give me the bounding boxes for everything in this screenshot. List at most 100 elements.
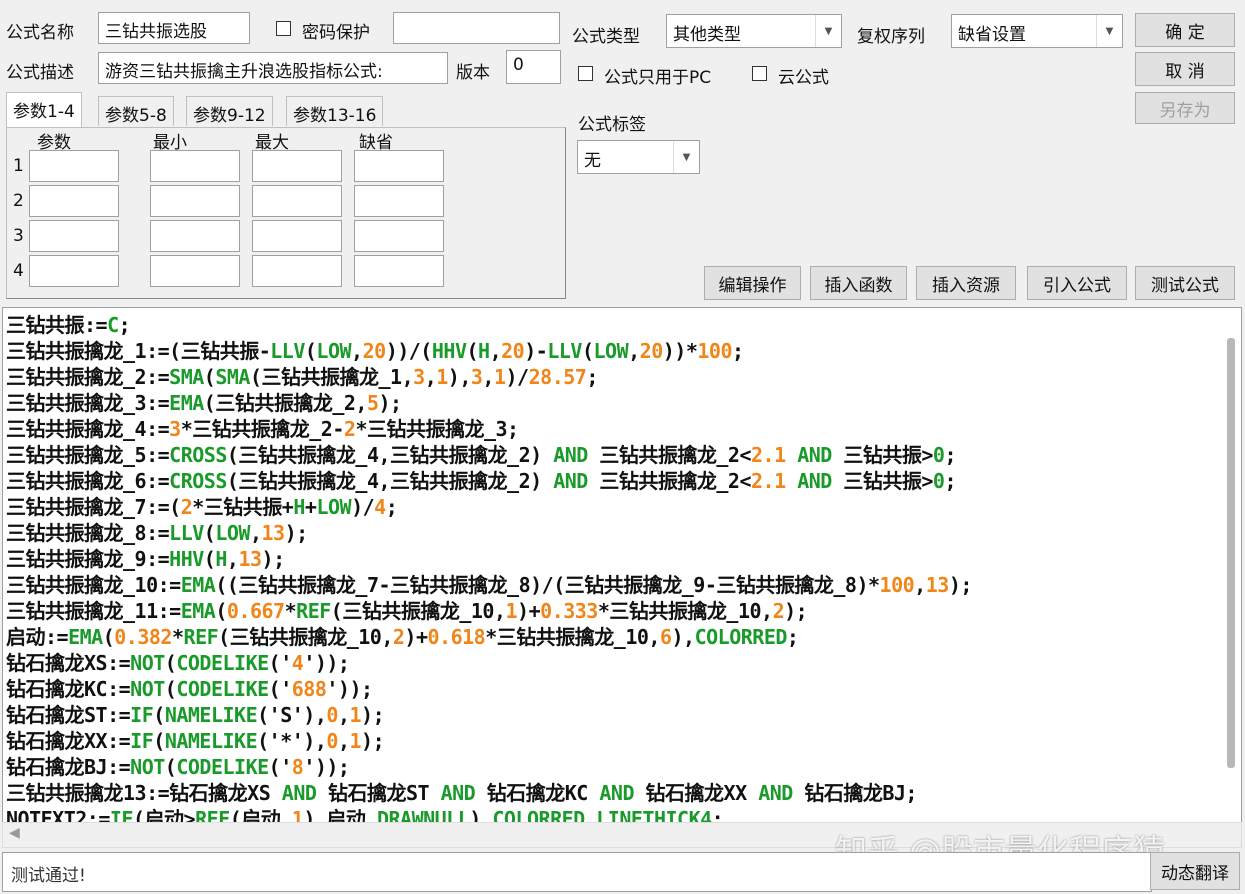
cloud-checkbox[interactable] [752,66,767,81]
code-line: 启动:=EMA(0.382*REF(三钻共振擒龙_10,2)+0.618*三钻共… [6,624,799,650]
code-text: 三钻共振擒龙_7:=( [6,495,181,519]
code-text: ), [469,807,493,823]
code-text: 三钻共振擒龙_2< [587,469,752,493]
code-keyword: HHV [431,339,467,363]
insert-resource-button[interactable]: 插入资源 [916,266,1016,300]
param-min-input[interactable] [150,185,240,217]
param-max-input[interactable] [252,185,342,217]
tab-params-13-16[interactable]: 参数13-16 [286,96,384,126]
code-text: ( [102,625,115,649]
code-text: (三钻共振擒龙_1, [249,365,414,389]
code-text: 三钻共振擒龙_5:= [6,443,170,467]
code-text: ( [304,339,317,363]
code-text: 三钻共振擒龙_6:= [6,469,170,493]
params-panel: 参数 最小 最大 缺省 1234 [6,127,566,299]
formula-type-select[interactable]: 其他类型 ▼ [666,14,842,48]
code-text: 钻石擒龙KC:= [6,677,131,701]
param-min-input[interactable] [150,220,240,252]
code-line: 三钻共振擒龙_3:=EMA(三钻共振擒龙_2,5); [6,390,402,416]
code-keyword: 0 [932,469,945,493]
param-name-input[interactable] [29,185,119,217]
code-line: 三钻共振擒龙_7:=(2*三钻共振+H+LOW)/4; [6,494,398,520]
cloud-label: 云公式 [778,68,829,88]
code-line: 三钻共振擒龙_6:=CROSS(三钻共振擒龙_4,三钻共振擒龙_2) AND 三… [6,468,956,494]
tab-params-9-12[interactable]: 参数9-12 [186,96,273,126]
code-keyword: NAMELIKE [164,703,258,727]
code-number: 2 [343,417,356,441]
adjust-value: 缺省设置 [958,25,1026,45]
tab-params-5-8[interactable]: 参数5-8 [98,96,174,126]
formula-name-input[interactable]: 三钻共振选股 [98,12,250,44]
param-min-input[interactable] [150,255,240,287]
param-min-input[interactable] [150,150,240,182]
param-max-input[interactable] [252,220,342,252]
param-default-input[interactable] [354,185,444,217]
code-number: 1 [493,365,506,389]
param-max-input[interactable] [252,255,342,287]
code-number: 0 [326,729,338,753]
edit-ops-button[interactable]: 编辑操作 [704,266,801,300]
version-label: 版本 [456,63,490,83]
code-text: ( [203,547,216,571]
ok-button[interactable]: 确 定 [1135,13,1235,47]
param-max-input[interactable] [252,150,342,182]
code-text: 三钻共振> [831,443,933,467]
code-text: ; [586,365,598,389]
code-text: (三钻共振擒龙_4,三钻共振擒龙_2) [226,469,554,493]
dynamic-translate-button[interactable]: 动态翻译 [1150,852,1240,890]
code-number: 13 [238,547,262,571]
password-checkbox[interactable] [276,21,291,36]
test-formula-button[interactable]: 测试公式 [1135,266,1235,300]
code-number: 1 [291,807,304,823]
code-keyword: HHV [169,547,204,571]
param-name-input[interactable] [29,150,119,182]
formula-desc-input[interactable]: 游资三钻共振擒主升浪选股指标公式: [98,52,448,84]
code-text: ((三钻共振擒龙_7-三钻共振擒龙_8)/(三钻共振擒龙_9-三钻共振擒龙_8)… [215,573,880,597]
pc-only-checkbox[interactable] [578,66,593,81]
code-line: 三钻共振擒龙_11:=EMA(0.667*REF(三钻共振擒龙_10,1)+0.… [6,598,808,624]
code-text: ); [261,547,286,571]
code-text: (三钻共振擒龙_10, [218,625,393,649]
formula-tag-select[interactable]: 无 ▼ [577,140,700,174]
code-number: 6 [659,625,672,649]
code-keyword: CROSS [169,443,227,467]
pc-only-label: 公式只用于PC [604,68,712,88]
code-text: (' [268,651,293,675]
import-formula-button[interactable]: 引入公式 [1027,266,1127,300]
code-keyword: EMA [180,573,216,597]
code-line: 三钻共振擒龙_10:=EMA((三钻共振擒龙_7-三钻共振擒龙_8)/(三钻共振… [6,572,972,598]
code-keyword: LOW [593,339,629,363]
code-text: ))/( [385,339,433,363]
code-text: ); [378,391,403,415]
tab-params-1-4[interactable]: 参数1-4 [6,92,82,128]
code-number: 5 [366,391,379,415]
formula-desc-label: 公式描述 [6,63,74,83]
save-as-button[interactable]: 另存为 [1135,92,1235,124]
code-text: ('*'), [257,729,327,753]
param-name-input[interactable] [29,255,119,287]
param-default-input[interactable] [354,255,444,287]
code-keyword: SMA [169,365,204,389]
scroll-left-icon[interactable]: ◀ [9,825,20,841]
formula-tag-value: 无 [584,151,601,171]
code-text: , [249,521,262,545]
password-input[interactable] [393,12,560,44]
code-text: *三钻共振擒龙_2- [180,417,345,441]
code-text: ; [118,313,131,337]
param-default-input[interactable] [354,220,444,252]
insert-function-button[interactable]: 插入函数 [810,266,907,300]
code-keyword: SMA [215,365,250,389]
chevron-down-icon: ▼ [673,141,699,173]
param-name-input[interactable] [29,220,119,252]
code-text: ( [466,339,479,363]
cancel-button[interactable]: 取 消 [1135,52,1235,86]
code-line: 钻石擒龙ST:=IF(NAMELIKE('S'),0,1); [6,702,385,728]
code-editor[interactable]: 三钻共振:=C; 三钻共振擒龙_1:=(三钻共振-LLV(LOW,20))/(HH… [2,307,1242,823]
code-text: ('S'), [257,703,327,727]
formula-type-value: 其他类型 [673,25,741,45]
version-input[interactable]: 0 [506,50,561,84]
param-default-input[interactable] [354,150,444,182]
code-keyword: REF [195,807,230,823]
vertical-scrollbar[interactable] [1227,338,1235,768]
adjust-select[interactable]: 缺省设置 ▼ [951,14,1123,48]
